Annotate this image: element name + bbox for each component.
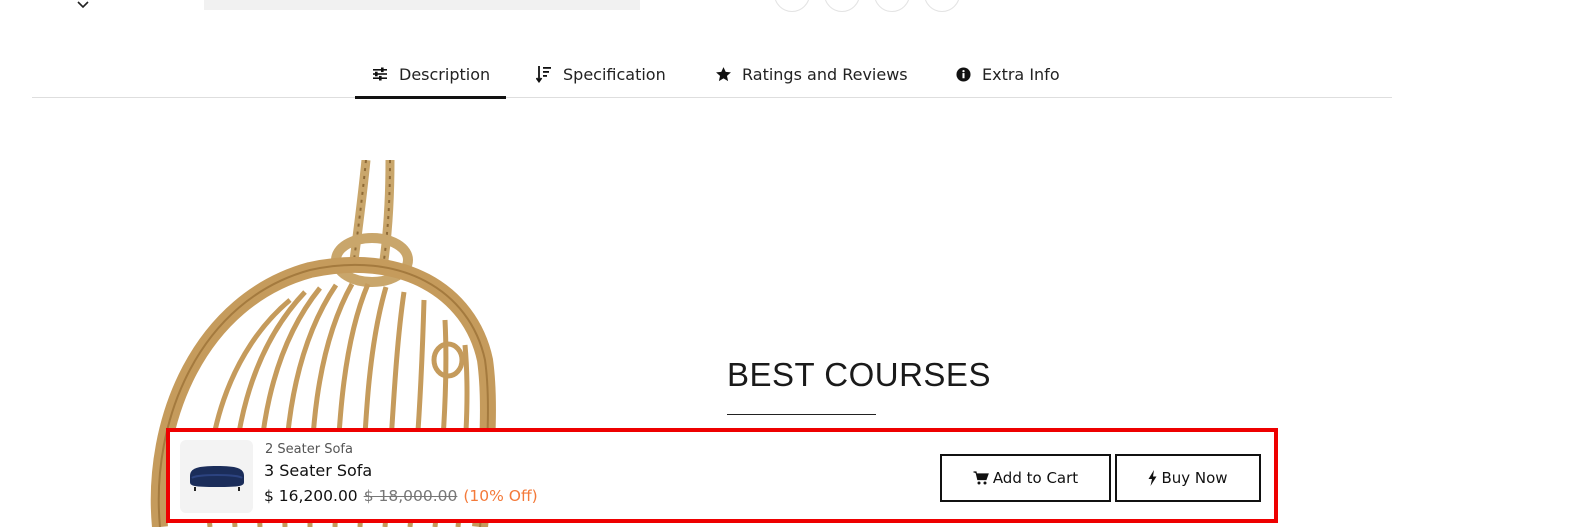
share-button-3[interactable] bbox=[874, 0, 910, 12]
share-button-1[interactable] bbox=[774, 0, 810, 12]
product-tabs: Description Specification Ratings and Re… bbox=[32, 50, 1392, 99]
original-price: $ 18,000.00 bbox=[363, 487, 458, 505]
cart-icon bbox=[973, 471, 989, 485]
sliders-icon bbox=[371, 65, 389, 83]
tab-specification-label: Specification bbox=[563, 64, 666, 84]
current-price: $ 16,200.00 bbox=[264, 487, 358, 505]
add-to-cart-label: Add to Cart bbox=[992, 469, 1079, 487]
add-to-cart-button[interactable]: Add to Cart bbox=[940, 454, 1111, 502]
section-heading: BEST COURSES bbox=[727, 356, 991, 393]
chevron-down-icon[interactable] bbox=[76, 0, 90, 10]
buy-now-label: Buy Now bbox=[1161, 469, 1228, 487]
sort-icon bbox=[535, 65, 553, 83]
share-button-2[interactable] bbox=[824, 0, 860, 12]
share-button-4[interactable] bbox=[924, 0, 960, 12]
star-icon bbox=[714, 65, 732, 83]
price-row: $ 16,200.00 $ 18,000.00 (10% Off) bbox=[264, 487, 538, 505]
tab-description[interactable]: Description bbox=[355, 50, 507, 99]
tab-ratings-reviews[interactable]: Ratings and Reviews bbox=[714, 50, 908, 98]
tab-specification[interactable]: Specification bbox=[535, 50, 666, 98]
sofa-image bbox=[189, 465, 244, 491]
buy-now-button[interactable]: Buy Now bbox=[1115, 454, 1261, 502]
tab-extra-info-label: Extra Info bbox=[982, 64, 1060, 84]
lightning-icon bbox=[1148, 470, 1157, 486]
product-name: 3 Seater Sofa bbox=[264, 461, 373, 480]
image-gallery-strip bbox=[204, 0, 640, 10]
discount-label: (10% Off) bbox=[463, 487, 538, 505]
product-category: 2 Seater Sofa bbox=[265, 442, 353, 457]
tab-extra-info[interactable]: Extra Info bbox=[954, 50, 1060, 98]
heading-divider bbox=[727, 414, 876, 415]
tab-ratings-label: Ratings and Reviews bbox=[742, 64, 908, 84]
sticky-purchase-bar: 2 Seater Sofa 3 Seater Sofa $ 16,200.00 … bbox=[166, 428, 1278, 523]
tab-description-label: Description bbox=[399, 64, 491, 84]
info-icon bbox=[954, 65, 972, 83]
product-thumbnail[interactable] bbox=[180, 440, 253, 513]
